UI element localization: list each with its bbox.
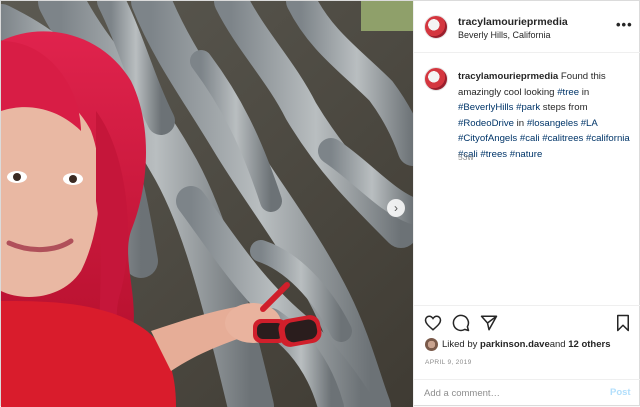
hashtag-link[interactable]: #BeverlyHills	[458, 102, 513, 113]
header-location[interactable]: Beverly Hills, California	[458, 30, 551, 40]
post-age[interactable]: 53w	[458, 152, 474, 162]
next-photo-button[interactable]: ›	[387, 199, 405, 217]
post-header: tracylamourieprmedia Beverly Hills, Cali…	[414, 1, 640, 53]
chevron-right-icon: ›	[394, 201, 398, 215]
photo-tree-roots-selfie	[1, 1, 413, 407]
liked-mid: and	[549, 339, 566, 350]
hashtag-link[interactable]: #park	[516, 102, 540, 113]
caption-username[interactable]: tracylamourieprmedia	[458, 71, 558, 82]
post-comment-button[interactable]: Post	[610, 387, 631, 398]
likes-summary: Liked by parkinson.dave and 12 others	[425, 338, 610, 351]
hashtag-link[interactable]: #calitrees	[542, 133, 583, 144]
comment-bar: Post	[414, 379, 640, 407]
hashtag-link[interactable]: #cali	[520, 133, 540, 144]
liker-avatar[interactable]	[425, 338, 438, 351]
caption-text: in	[514, 117, 527, 129]
avatar[interactable]	[424, 15, 448, 39]
instagram-post: › tracylamourieprmedia Beverly Hills, Ca…	[0, 0, 640, 407]
hashtag-link[interactable]: #CityofAngels	[458, 133, 517, 144]
comment-icon[interactable]	[452, 314, 470, 332]
liked-others-link[interactable]: 12 others	[568, 339, 610, 350]
caption-avatar[interactable]	[424, 67, 448, 91]
post-sidebar: tracylamourieprmedia Beverly Hills, Cali…	[413, 1, 640, 407]
liked-user-link[interactable]: parkinson.dave	[480, 339, 550, 350]
hashtag-link[interactable]: #LA	[581, 118, 598, 129]
hashtag-link[interactable]: #losangeles	[527, 118, 578, 129]
hashtag-link[interactable]: #nature	[510, 149, 543, 160]
hashtag-link[interactable]: #tree	[557, 87, 579, 98]
hashtag-link[interactable]: #california	[586, 133, 630, 144]
post-date[interactable]: APRIL 9, 2019	[425, 359, 472, 366]
hashtag-link[interactable]: #trees	[480, 149, 507, 160]
bookmark-icon[interactable]	[614, 314, 632, 332]
more-options-icon[interactable]: •••	[616, 17, 633, 32]
liked-prefix: Liked by	[442, 339, 478, 350]
caption-text: in	[579, 86, 590, 98]
post-photo[interactable]: ›	[1, 1, 413, 407]
header-username[interactable]: tracylamourieprmedia	[458, 16, 568, 28]
caption-text: steps from	[540, 102, 588, 113]
hashtag-link[interactable]: #RodeoDrive	[458, 118, 514, 129]
heart-icon[interactable]	[424, 314, 442, 332]
share-icon[interactable]	[480, 314, 498, 332]
caption: tracylamourieprmedia Found this amazingl…	[458, 69, 636, 162]
comment-input[interactable]	[424, 386, 594, 400]
action-bar	[414, 305, 640, 335]
